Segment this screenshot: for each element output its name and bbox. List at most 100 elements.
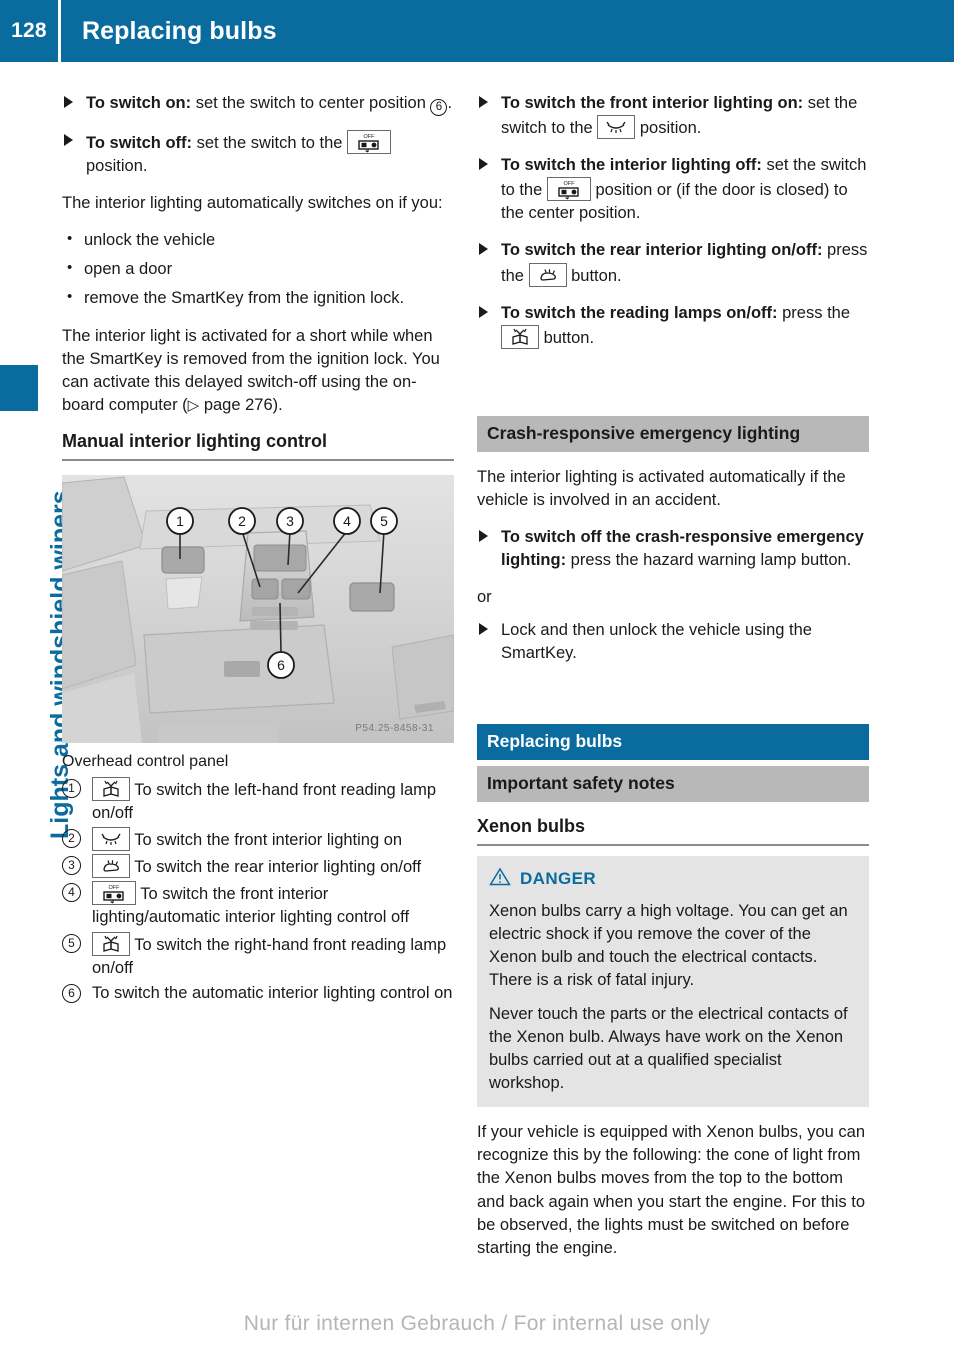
legend-text: To switch the automatic interior lightin… xyxy=(92,983,453,1002)
step-switch-off: To switch off: set the switch to the OFF… xyxy=(62,130,454,178)
left-column: To switch on: set the switch to center p… xyxy=(62,92,454,1007)
page-number: 128 xyxy=(11,19,47,42)
svg-text:OFF: OFF xyxy=(364,134,376,140)
reading-lamp-icon xyxy=(501,324,539,349)
auto-switch-bullets: unlock the vehicle open a door remove th… xyxy=(62,228,454,310)
legend-number: 3 xyxy=(62,856,81,876)
legend-number: 5 xyxy=(62,933,81,953)
legend-item-4: 4 OFF To switch the front interior lighti… xyxy=(62,881,454,929)
danger-callout-box: DANGER Xenon bulbs carry a high voltage.… xyxy=(477,855,869,1108)
bullet-item: unlock the vehicle xyxy=(62,228,454,252)
legend-item-2: 2 To switch the front interior lighting … xyxy=(62,827,454,852)
page-reference: page 276 xyxy=(203,395,273,414)
step-arrow-icon xyxy=(479,96,488,108)
svg-text:5: 5 xyxy=(380,513,388,529)
section-band-safety-notes: Important safety notes xyxy=(477,765,869,802)
section-band-crash-lighting: Crash-responsive emergency lighting xyxy=(477,415,869,452)
legend-item-1: 1 To switch the left-hand front reading … xyxy=(62,776,454,825)
svg-text:OFF: OFF xyxy=(563,181,575,187)
right-column: To switch the front interior lighting on… xyxy=(477,92,869,1274)
legend-item-6: 6 To switch the automatic interior lighti… xyxy=(62,982,454,1005)
crash-lighting-paragraph: The interior lighting is activated autom… xyxy=(477,467,846,509)
step-label: To switch on: xyxy=(86,94,192,112)
step-arrow-icon xyxy=(479,158,488,171)
step-arrow-icon xyxy=(479,305,488,318)
step-interior-off: To switch the interior lighting off: set… xyxy=(477,154,869,225)
figure-legend: 1 To switch the left-hand front reading … xyxy=(62,776,454,1005)
step-text: press the xyxy=(777,303,851,322)
svg-text:3: 3 xyxy=(286,513,294,529)
chapter-tab-marker xyxy=(0,365,38,411)
legend-text: To switch the front interior lighting/au… xyxy=(92,885,410,927)
footer-watermark: Nur für internen Gebrauch / For internal… xyxy=(243,1312,711,1335)
dome-lamp-icon xyxy=(92,827,130,852)
step-text-after: position. xyxy=(635,119,702,138)
section-heading-manual-control: Manual interior lighting control xyxy=(62,431,454,461)
step-reading-lamps-onoff: To switch the reading lamps on/off: pres… xyxy=(477,302,869,350)
step-arrow-icon xyxy=(64,134,73,146)
figure-caption: Overhead control panel xyxy=(62,752,229,770)
rear-lamp-icon xyxy=(528,262,567,287)
legend-item-5: 5 To switch the right-hand front reading… xyxy=(62,931,454,980)
step-label: To switch the interior lighting off: xyxy=(501,156,762,175)
auto-switch-intro: The interior lighting automatically swit… xyxy=(62,194,443,213)
step-text-after: button. xyxy=(566,266,622,285)
svg-text:4: 4 xyxy=(343,513,351,529)
legend-number: 4 xyxy=(62,883,81,903)
rear-lamp-icon xyxy=(92,854,130,879)
step-text: Lock and then unlock the vehicle using t… xyxy=(501,621,812,663)
step-label: To switch the rear interior lighting on/… xyxy=(501,241,823,260)
legend-text: To switch the rear interior lighting on/… xyxy=(134,858,422,877)
legend-number: 6 xyxy=(62,983,81,1003)
danger-paragraph-2: Never touch the parts or the electrical … xyxy=(489,1004,848,1093)
page-header: 128 Replacing bulbs xyxy=(0,0,954,62)
bullet-item: open a door xyxy=(62,257,454,281)
section-band-replacing-bulbs: Replacing bulbs xyxy=(477,723,869,760)
danger-label: DANGER xyxy=(520,868,597,888)
or-label: or xyxy=(477,588,492,607)
step-arrow-icon xyxy=(479,530,488,543)
step-rear-interior-onoff: To switch the rear interior lighting on/… xyxy=(477,239,869,287)
car-off-icon: OFF xyxy=(347,130,392,154)
step-arrow-icon xyxy=(479,243,488,256)
svg-text:OFF: OFF xyxy=(109,885,121,891)
step-text: set the switch to center position xyxy=(191,94,431,112)
step-label: To switch off: xyxy=(86,134,193,152)
step-arrow-icon xyxy=(64,96,73,108)
delayed-switchoff-paragraph: The interior light is activated for a sh… xyxy=(62,326,440,414)
bullet-item: remove the SmartKey from the ignition lo… xyxy=(62,286,454,310)
circled-ref-6: 6 xyxy=(430,99,448,116)
step-front-interior-on: To switch the front interior lighting on… xyxy=(477,92,869,140)
step-arrow-icon xyxy=(479,623,488,636)
svg-text:1: 1 xyxy=(176,513,184,529)
step-text-after: position. xyxy=(86,157,148,176)
step-text: press the hazard warning lamp button. xyxy=(566,551,852,570)
page-ref-arrow-icon: ▷ xyxy=(187,396,200,414)
overhead-control-panel-figure: 1 2 3 4 5 6 P54.25-8458-31 xyxy=(62,474,454,743)
step-label: To switch the reading lamps on/off: xyxy=(501,303,778,322)
car-off-icon: OFF xyxy=(546,177,591,202)
overhead-panel-illustration: 1 2 3 4 5 6 P54.25-8458-31 xyxy=(62,474,454,743)
svg-text:2: 2 xyxy=(238,513,246,529)
step-text-after: button. xyxy=(539,328,595,347)
legend-number: 1 xyxy=(62,778,81,798)
legend-number: 2 xyxy=(62,829,81,849)
reading-lamp-icon xyxy=(92,931,130,956)
svg-text:6: 6 xyxy=(277,657,285,673)
car-off-icon: OFF xyxy=(92,881,136,906)
figure-part-number: P54.25-8458-31 xyxy=(355,723,434,734)
step-label: To switch the front interior lighting on… xyxy=(501,94,804,112)
step-switch-off-crash-lighting: To switch off the crash-responsive emerg… xyxy=(477,526,869,572)
section-heading-xenon-bulbs: Xenon bulbs xyxy=(477,816,869,846)
danger-paragraph-1: Xenon bulbs carry a high voltage. You ca… xyxy=(489,901,848,989)
legend-text: To switch the left-hand front reading la… xyxy=(92,780,437,823)
xenon-closing-paragraph: If your vehicle is equipped with Xenon b… xyxy=(477,1123,865,1257)
page-title: Replacing bulbs xyxy=(82,16,277,45)
step-switch-on: To switch on: set the switch to center p… xyxy=(62,92,454,116)
warning-triangle-icon xyxy=(489,867,511,891)
legend-item-3: 3 To switch the rear interior lighting o… xyxy=(62,854,454,879)
legend-text: To switch the right-hand front reading l… xyxy=(92,935,447,977)
step-text-after: . xyxy=(447,94,453,112)
step-lock-unlock-smartkey: Lock and then unlock the vehicle using t… xyxy=(477,619,869,665)
legend-text: To switch the front interior lighting on xyxy=(134,831,403,850)
